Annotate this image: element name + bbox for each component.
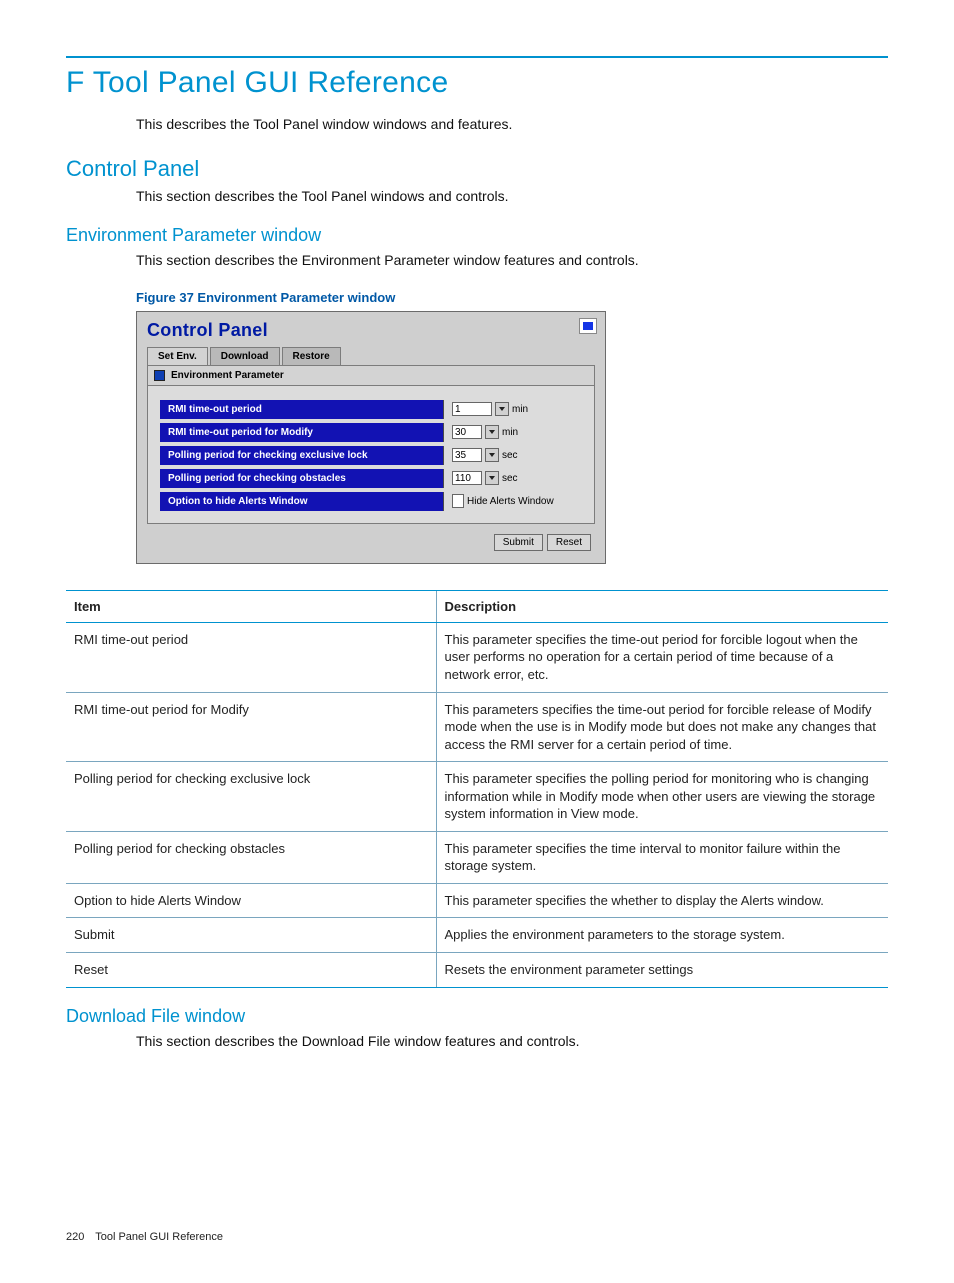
cell-desc: This parameters specifies the time-out p…: [436, 692, 888, 762]
section-control-panel-body: This section describes the Tool Panel wi…: [136, 186, 888, 206]
row-polling-lock: Polling period for checking exclusive lo…: [160, 446, 582, 465]
table-row: RMI time-out period for Modify This para…: [66, 692, 888, 762]
input-rmi-timeout[interactable]: [452, 402, 492, 416]
footer-label: Tool Panel GUI Reference: [95, 1231, 223, 1243]
cell-desc: Resets the environment parameter setting…: [436, 953, 888, 988]
page-title: F Tool Panel GUI Reference: [66, 66, 888, 100]
table-row: Polling period for checking obstacles Th…: [66, 831, 888, 883]
checkbox-hide-alerts[interactable]: [452, 494, 464, 508]
subpanel-title: Environment Parameter: [171, 370, 284, 381]
unit-label: sec: [502, 450, 518, 461]
page-intro: This describes the Tool Panel window win…: [136, 114, 888, 134]
cell-desc: This parameter specifies the time-out pe…: [436, 622, 888, 692]
control-panel-title: Control Panel: [147, 320, 268, 340]
cell-desc: Applies the environment parameters to th…: [436, 918, 888, 953]
label-rmi-timeout: RMI time-out period: [160, 400, 444, 419]
cell-item: RMI time-out period: [66, 622, 436, 692]
square-icon: [154, 370, 165, 381]
section-env-param-heading: Environment Parameter window: [66, 225, 888, 246]
dropdown-icon[interactable]: [485, 425, 499, 439]
cell-item: RMI time-out period for Modify: [66, 692, 436, 762]
window-control-icon[interactable]: [579, 318, 597, 334]
input-polling-lock[interactable]: [452, 448, 482, 462]
section-download-file-body: This section describes the Download File…: [136, 1031, 888, 1051]
unit-label: min: [512, 404, 528, 415]
cell-item: Polling period for checking obstacles: [66, 831, 436, 883]
row-hide-alerts: Option to hide Alerts Window Hide Alerts…: [160, 492, 582, 511]
cell-item: Reset: [66, 953, 436, 988]
parameter-table: Item Description RMI time-out period Thi…: [66, 590, 888, 988]
cell-desc: This parameter specifies the polling per…: [436, 762, 888, 832]
control-panel-window: Control Panel Set Env. Download Restore …: [136, 311, 606, 564]
label-polling-obstacles: Polling period for checking obstacles: [160, 469, 444, 488]
cell-desc: This parameter specifies the whether to …: [436, 883, 888, 918]
submit-button[interactable]: Submit: [494, 534, 543, 551]
cell-item: Polling period for checking exclusive lo…: [66, 762, 436, 832]
table-row: RMI time-out period This parameter speci…: [66, 622, 888, 692]
form-actions: Submit Reset: [137, 524, 605, 563]
unit-label: min: [502, 427, 518, 438]
tab-restore[interactable]: Restore: [282, 347, 341, 365]
section-download-file-heading: Download File window: [66, 1006, 888, 1027]
input-polling-obstacles[interactable]: [452, 471, 482, 485]
dropdown-icon[interactable]: [485, 471, 499, 485]
checkbox-label: Hide Alerts Window: [467, 496, 554, 507]
page-footer: 220 Tool Panel GUI Reference: [66, 1231, 888, 1243]
th-description: Description: [436, 590, 888, 622]
label-rmi-timeout-modify: RMI time-out period for Modify: [160, 423, 444, 442]
label-polling-lock: Polling period for checking exclusive lo…: [160, 446, 444, 465]
section-env-param-body: This section describes the Environment P…: [136, 250, 888, 270]
figure-caption: Figure 37 Environment Parameter window: [136, 290, 888, 305]
tab-set-env[interactable]: Set Env.: [147, 347, 208, 365]
subpanel-header: Environment Parameter: [147, 365, 595, 385]
table-row: Polling period for checking exclusive lo…: [66, 762, 888, 832]
th-item: Item: [66, 590, 436, 622]
section-control-panel-heading: Control Panel: [66, 156, 888, 182]
dropdown-icon[interactable]: [485, 448, 499, 462]
cell-item: Submit: [66, 918, 436, 953]
tab-download[interactable]: Download: [210, 347, 280, 365]
cell-desc: This parameter specifies the time interv…: [436, 831, 888, 883]
top-rule: [66, 56, 888, 58]
label-hide-alerts: Option to hide Alerts Window: [160, 492, 444, 511]
row-polling-obstacles: Polling period for checking obstacles se…: [160, 469, 582, 488]
row-rmi-timeout-modify: RMI time-out period for Modify min: [160, 423, 582, 442]
tab-bar: Set Env. Download Restore: [137, 341, 605, 365]
dropdown-icon[interactable]: [495, 402, 509, 416]
env-param-form: RMI time-out period min RMI time-out per…: [147, 385, 595, 524]
unit-label: sec: [502, 473, 518, 484]
page-number: 220: [66, 1231, 84, 1243]
row-rmi-timeout: RMI time-out period min: [160, 400, 582, 419]
table-row: Submit Applies the environment parameter…: [66, 918, 888, 953]
reset-button[interactable]: Reset: [547, 534, 591, 551]
table-row: Reset Resets the environment parameter s…: [66, 953, 888, 988]
input-rmi-timeout-modify[interactable]: [452, 425, 482, 439]
table-row: Option to hide Alerts Window This parame…: [66, 883, 888, 918]
cell-item: Option to hide Alerts Window: [66, 883, 436, 918]
